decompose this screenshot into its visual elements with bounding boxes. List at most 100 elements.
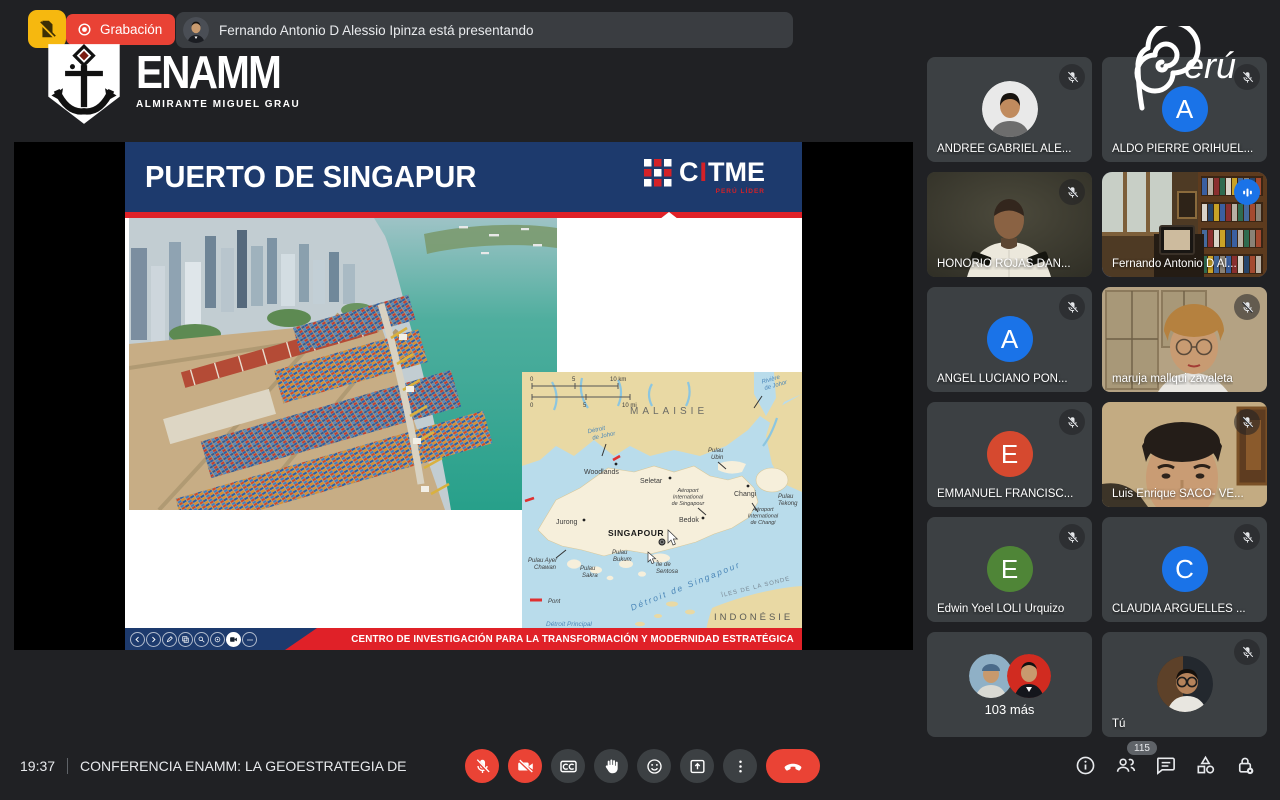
slide-footer-banner: CENTRO DE INVESTIGACIÓN PARA LA TRANSFOR…	[285, 628, 802, 650]
svg-text:Changi: Changi	[734, 491, 757, 498]
call-controls	[465, 749, 820, 783]
singapore-map: 0 5 10 km 0 5 10 mi MALAISIE INDONÉSIE R…	[522, 372, 802, 650]
participant-tile-maruja[interactable]: maruja mallqui zavaleta	[1102, 287, 1267, 392]
citme-tme: TME	[708, 159, 765, 186]
svg-text:Jurong: Jurong	[556, 519, 578, 526]
port-aerial-photo	[129, 218, 557, 510]
presenter-avatar	[183, 17, 209, 43]
more-tools-button[interactable]	[242, 632, 257, 647]
svg-text:de Changi: de Changi	[750, 520, 776, 526]
slide-footer-text: CENTRO DE INVESTIGACIÓN PARA LA TRANSFOR…	[351, 633, 794, 645]
enamm-shield-icon	[46, 42, 122, 126]
participant-tile-andree[interactable]: ANDREE GABRIEL ALE...	[927, 57, 1092, 162]
svg-text:International: International	[748, 514, 779, 520]
svg-text:Woodlands: Woodlands	[584, 469, 619, 476]
citme-c: C	[679, 159, 699, 186]
svg-text:INDONÉSIE: INDONÉSIE	[714, 612, 793, 623]
svg-text:MALAISIE: MALAISIE	[630, 406, 708, 417]
avatar: E	[987, 431, 1033, 477]
zoom-out-button[interactable]	[194, 632, 209, 647]
overflow-tile[interactable]: 103 más	[927, 632, 1092, 737]
people-panel-button[interactable]	[1112, 752, 1139, 779]
camera-tool-button[interactable]	[226, 632, 241, 647]
participant-tile-angel[interactable]: A ANGEL LUCIANO PON...	[927, 287, 1092, 392]
svg-text:Sakra: Sakra	[582, 573, 598, 579]
participant-name: ANDREE GABRIEL ALE...	[937, 143, 1071, 155]
panel-buttons	[1072, 752, 1259, 779]
participant-tile-aldo[interactable]: A ALDO PIERRE ORIHUEL...	[1102, 57, 1267, 162]
recording-chip: Grabación	[66, 14, 175, 45]
participant-name: ANGEL LUCIANO PON...	[937, 373, 1068, 385]
slide-notch	[651, 212, 687, 226]
info-icon	[1074, 754, 1097, 777]
svg-text:Bedok: Bedok	[679, 517, 699, 524]
presenter-banner-text: Fernando Antonio D Alessio Ipinza está p…	[219, 23, 533, 38]
captions-button[interactable]	[551, 749, 585, 783]
chat-icon	[1154, 754, 1177, 777]
chat-panel-button[interactable]	[1152, 752, 1179, 779]
mic-off-icon	[1059, 64, 1085, 90]
citme-subtext: PERÚ LÍDER	[716, 188, 765, 195]
slide-title: PUERTO DE SINGAPUR	[145, 159, 476, 195]
mic-off-icon	[1234, 639, 1260, 665]
people-icon	[1114, 754, 1137, 777]
participant-tile-claudia[interactable]: C CLAUDIA ARGUELLES ...	[1102, 517, 1267, 622]
avatar: A	[987, 316, 1033, 362]
host-controls-button[interactable]	[1232, 752, 1259, 779]
mic-toggle-button[interactable]	[465, 749, 499, 783]
svg-text:de Singapour: de Singapour	[672, 501, 706, 507]
meeting-info: 19:37 CONFERENCIA ENAMM: LA GEOESTRATEGI…	[20, 752, 410, 780]
mic-off-icon	[1059, 294, 1085, 320]
laser-button[interactable]	[210, 632, 225, 647]
mic-off-icon	[1059, 524, 1085, 550]
citme-i: I	[699, 159, 709, 186]
participant-name: CLAUDIA ARGUELLES ...	[1112, 603, 1246, 615]
svg-text:Pulau: Pulau	[778, 494, 794, 500]
enamm-title: ENAMM	[136, 52, 288, 92]
meeting-details-button[interactable]	[1072, 752, 1099, 779]
enamm-logo: ENAMM ALMIRANTE MIGUEL GRAU	[46, 42, 309, 126]
svg-text:Pulau: Pulau	[708, 448, 724, 454]
svg-text:10 km: 10 km	[610, 377, 626, 383]
reactions-button[interactable]	[637, 749, 671, 783]
participant-name: maruja mallqui zavaleta	[1112, 373, 1233, 385]
citme-logo: CITME PERÚ LÍDER	[644, 159, 765, 195]
mic-off-icon	[1234, 524, 1260, 550]
svg-text:Ubin: Ubin	[711, 455, 724, 461]
svg-text:Seletar: Seletar	[640, 478, 663, 485]
participant-tile-edwin[interactable]: E Edwin Yoel LOLI Urquizo	[927, 517, 1092, 622]
participant-tile-emmanuel[interactable]: E EMMANUEL FRANCISC...	[927, 402, 1092, 507]
participant-tile-honorio[interactable]: HONORIO ROJAS DAN...	[927, 172, 1092, 277]
svg-text:International: International	[673, 495, 704, 501]
self-tile[interactable]: Tú	[1102, 632, 1267, 737]
participant-name: Tú	[1112, 718, 1125, 730]
more-vert-icon	[731, 757, 750, 776]
svg-text:Détroit Principal: Détroit Principal	[546, 621, 592, 628]
svg-text:Aéroport: Aéroport	[676, 488, 699, 494]
svg-text:Tekong: Tekong	[778, 501, 798, 507]
leave-call-button[interactable]	[766, 749, 820, 783]
mic-off-icon	[1059, 179, 1085, 205]
participants-sidebar: ANDREE GABRIEL ALE... A ALDO PIERRE ORIH…	[927, 57, 1267, 737]
next-page-button[interactable]	[146, 632, 161, 647]
hangup-icon	[782, 755, 804, 777]
mic-off-icon	[1234, 409, 1260, 435]
camera-toggle-button[interactable]	[508, 749, 542, 783]
raise-hand-button[interactable]	[594, 749, 628, 783]
participant-tile-fernando[interactable]: Fernando Antonio D Al...	[1102, 172, 1267, 277]
svg-text:Bukum: Bukum	[613, 557, 632, 563]
present-button[interactable]	[680, 749, 714, 783]
participant-count-badge: 115	[1127, 741, 1157, 755]
participant-name: Fernando Antonio D Al...	[1112, 258, 1237, 270]
recording-label: Grabación	[100, 22, 162, 37]
activities-button[interactable]	[1192, 752, 1219, 779]
avatar	[1157, 656, 1213, 712]
hand-icon	[602, 757, 621, 776]
more-options-button[interactable]	[723, 749, 757, 783]
recording-icon	[76, 21, 93, 38]
svg-text:Île de: Île de	[656, 561, 671, 568]
pages-button[interactable]	[178, 632, 193, 647]
pen-button[interactable]	[162, 632, 177, 647]
participant-tile-luis[interactable]: Luis Enrique SACO- VE...	[1102, 402, 1267, 507]
prev-page-button[interactable]	[130, 632, 145, 647]
